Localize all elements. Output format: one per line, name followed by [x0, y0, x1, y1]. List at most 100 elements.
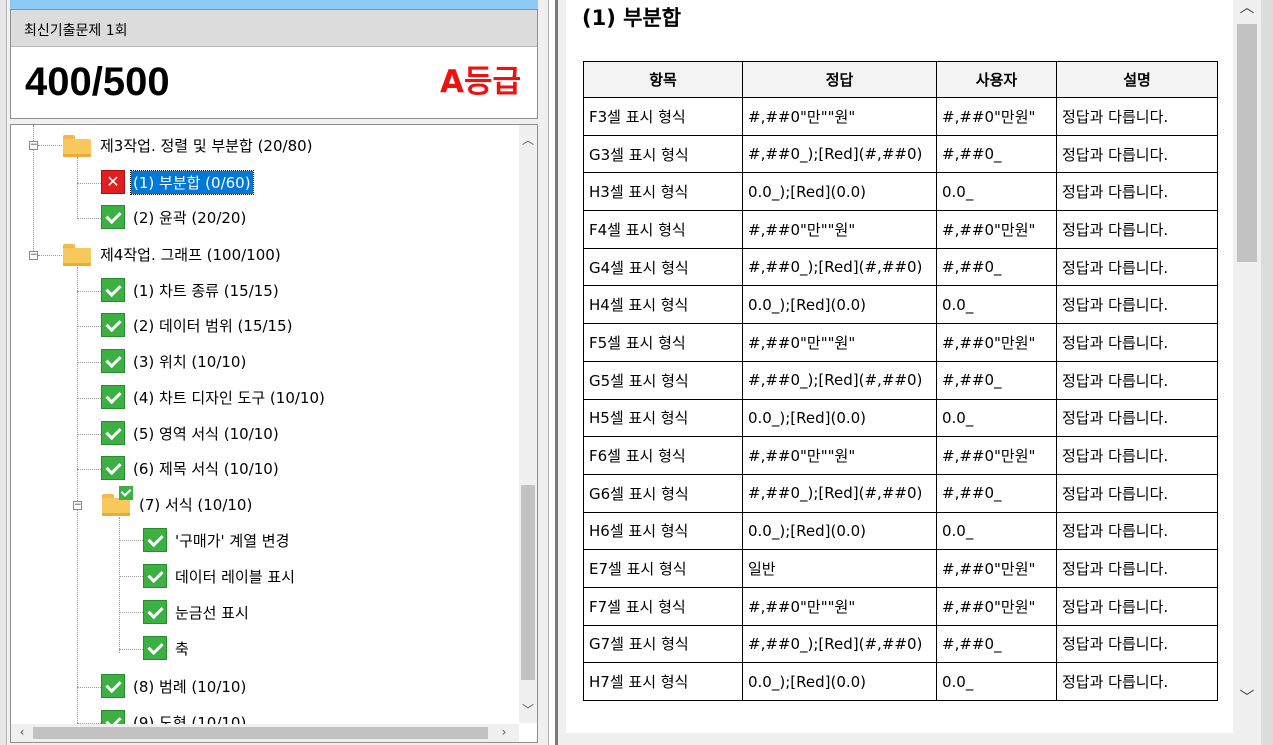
tree-connector	[119, 612, 143, 613]
cell-user: #,##0"만원"	[936, 323, 1057, 362]
tree-node-label: '구매가' 계열 변경	[175, 531, 290, 550]
tree-node-chart-design[interactable]: (4) 차트 디자인 도구 (10/10)	[101, 382, 327, 412]
tree-node-series-change[interactable]: '구매가' 계열 변경	[143, 525, 291, 555]
tree-node-label: (8) 범례 (10/10)	[133, 677, 247, 696]
tree-connector	[38, 255, 62, 256]
tree-node-format[interactable]: (7) 서식 (10/10)	[101, 486, 254, 519]
tree-node-title-format[interactable]: (6) 제목 서식 (10/10)	[101, 453, 281, 483]
tree-node-label: (1) 차트 종류 (15/15)	[133, 281, 279, 300]
cell-item: E7셀 표시 형식	[583, 549, 743, 588]
scroll-down-icon[interactable]: ﹀	[1233, 686, 1261, 707]
table-row: G7셀 표시 형식 #,##0_);[Red](#,##0) #,##0_ 정답과 다…	[583, 624, 1218, 664]
accent-bar	[10, 0, 538, 9]
tree-connector	[77, 434, 101, 435]
cell-user: #,##0"만원"	[936, 436, 1057, 475]
tree-connector	[77, 157, 78, 219]
scrollbar-thumb[interactable]	[33, 727, 488, 739]
scrollbar-thumb[interactable]	[521, 485, 535, 680]
tree-node-data-range[interactable]: (2) 데이터 범위 (15/15)	[101, 310, 294, 340]
cell-user: #,##0_	[936, 624, 1057, 664]
x-icon: ✕	[101, 170, 125, 194]
cell-user: #,##0_	[936, 473, 1057, 513]
cell-user: 0.0_	[936, 285, 1057, 325]
cell-item: F3셀 표시 형식	[583, 97, 743, 136]
check-icon	[143, 636, 167, 660]
tree-node-label: (1) 부분합 (0/60)	[130, 169, 254, 195]
tree-connector	[77, 218, 101, 219]
tree-node-outline[interactable]: (2) 윤곽 (20/20)	[101, 202, 248, 232]
table-row: H5셀 표시 형식 0.0_);[Red](0.0) 0.0_ 정답과 다릅니다.	[583, 398, 1218, 438]
folder-check-icon	[101, 486, 133, 516]
grading-tree[interactable]: − − − 제3작업. 정렬 및 부분합 (20/80) ✕ (1) 부분합 (…	[10, 124, 538, 743]
tree-connector	[77, 326, 101, 327]
folder-icon	[62, 242, 92, 266]
column-header: 항목	[583, 61, 743, 98]
tree-connector	[119, 649, 143, 650]
scroll-right-icon[interactable]: ›	[495, 725, 513, 739]
tree-node-task3[interactable]: 제3작업. 정렬 및 부분합 (20/80)	[62, 130, 315, 160]
tree-horizontal-scrollbar[interactable]: ‹ ›	[11, 724, 519, 742]
tree-node-area-format[interactable]: (5) 영역 서식 (10/10)	[101, 418, 281, 448]
check-icon	[101, 421, 125, 445]
score-summary: 최신기출문제 1회 400/500 A등급	[10, 9, 538, 119]
scroll-up-icon[interactable]: ︿	[1233, 0, 1261, 17]
cell-description: 정답과 다릅니다.	[1056, 549, 1218, 588]
cell-item: G4셀 표시 형식	[583, 247, 743, 287]
tree-node-subtotal[interactable]: ✕ (1) 부분합 (0/60)	[101, 167, 254, 197]
exam-title: 최신기출문제 1회	[24, 23, 128, 39]
cell-description: 정답과 다릅니다.	[1056, 285, 1218, 325]
cell-answer: 일반	[742, 549, 937, 588]
scrollbar-thumb[interactable]	[1237, 24, 1257, 262]
tree-node-task4[interactable]: 제4작업. 그래프 (100/100)	[62, 239, 283, 269]
cell-item: G6셀 표시 형식	[583, 473, 743, 513]
cell-item: H5셀 표시 형식	[583, 398, 743, 438]
cell-description: 정답과 다릅니다.	[1056, 511, 1218, 551]
table-row: H7셀 표시 형식 0.0_);[Red](0.0) 0.0_ 정답과 다릅니다.	[583, 662, 1218, 701]
scroll-left-icon[interactable]: ‹	[13, 725, 31, 739]
tree-vertical-scrollbar[interactable]: ︿ ﹀	[519, 125, 537, 723]
tree-node-position[interactable]: (3) 위치 (10/10)	[101, 346, 248, 376]
check-icon	[101, 313, 125, 337]
cell-user: #,##0"만원"	[936, 586, 1057, 626]
cell-user: #,##0"만원"	[936, 210, 1057, 249]
cell-answer: #,##0"만""원"	[742, 210, 937, 249]
left-panel: 최신기출문제 1회 400/500 A등급 − − − 제3작업. 정렬 및 부…	[0, 0, 548, 745]
tree-node-gridlines[interactable]: 눈금선 표시	[143, 597, 251, 627]
cell-item: G5셀 표시 형식	[583, 360, 743, 400]
cell-description: 정답과 다릅니다.	[1056, 436, 1218, 475]
status-strip	[558, 733, 1273, 745]
tree-node-chart-type[interactable]: (1) 차트 종류 (15/15)	[101, 275, 281, 305]
cell-answer: #,##0"만""원"	[742, 586, 937, 626]
tree-connector	[77, 469, 101, 470]
cell-description: 정답과 다릅니다.	[1056, 624, 1218, 664]
cell-item: H4셀 표시 형식	[583, 285, 743, 325]
tree-node-data-labels[interactable]: 데이터 레이블 표시	[143, 561, 297, 591]
scroll-up-icon[interactable]: ︿	[519, 131, 537, 148]
scroll-down-icon[interactable]: ﹀	[519, 701, 537, 718]
cell-description: 정답과 다릅니다.	[1056, 172, 1218, 212]
check-icon	[101, 674, 125, 698]
panel-splitter[interactable]	[548, 0, 558, 745]
tree-node-legend[interactable]: (8) 범례 (10/10)	[101, 671, 248, 701]
detail-title: (1) 부분합	[582, 6, 682, 30]
tree-node-label: 제3작업. 정렬 및 부분합 (20/80)	[100, 136, 313, 155]
tree-connector	[77, 183, 101, 184]
table-row: H3셀 표시 형식 0.0_);[Red](0.0) 0.0_ 정답과 다릅니다.	[583, 172, 1218, 212]
tree-node-axis[interactable]: 축	[143, 633, 191, 663]
tree-connector	[119, 517, 120, 653]
check-icon	[143, 528, 167, 552]
collapse-toggle[interactable]: −	[29, 251, 38, 260]
table-row: G6셀 표시 형식 #,##0_);[Red](#,##0) #,##0_ 정답과 다…	[583, 473, 1218, 513]
table-row: F7셀 표시 형식 #,##0"만""원" #,##0"만원" 정답과 다릅니다.	[583, 586, 1218, 626]
tree-node-label: (2) 윤곽 (20/20)	[133, 208, 247, 227]
cell-description: 정답과 다릅니다.	[1056, 398, 1218, 438]
cell-answer: 0.0_);[Red](0.0)	[742, 511, 937, 551]
tree-node-label: (6) 제목 서식 (10/10)	[133, 459, 279, 478]
collapse-toggle[interactable]: −	[29, 141, 38, 150]
cell-item: F4셀 표시 형식	[583, 210, 743, 249]
cell-item: H3셀 표시 형식	[583, 172, 743, 212]
detail-vertical-scrollbar[interactable]: ︿ ﹀	[1233, 0, 1261, 733]
collapse-toggle[interactable]: −	[73, 501, 82, 510]
cell-description: 정답과 다릅니다.	[1056, 323, 1218, 362]
check-icon	[143, 600, 167, 624]
